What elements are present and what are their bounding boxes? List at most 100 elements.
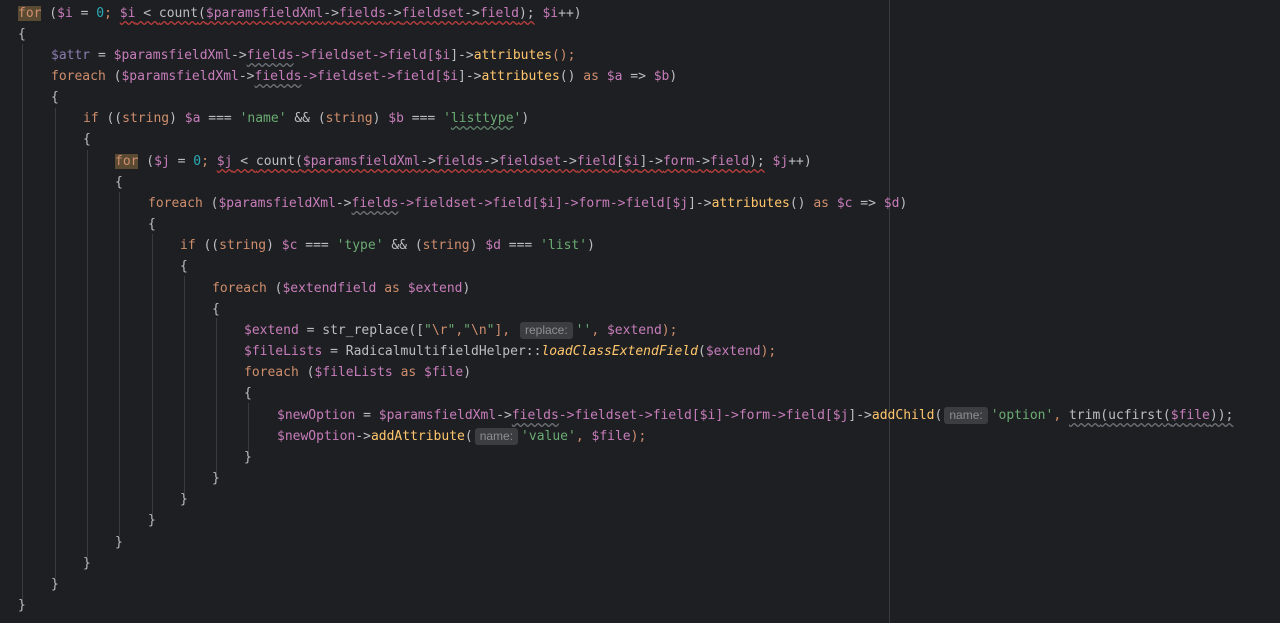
code-line[interactable]: { [180,256,188,277]
method-call: addAttribute [370,429,465,444]
code-text: ) [521,111,530,126]
code-line[interactable]: } [180,489,188,510]
variable: $j [672,196,689,211]
code-line[interactable]: { [148,214,156,235]
code-text: ( [464,429,473,444]
code-text: ], [494,323,518,338]
code-text: === [500,238,541,253]
code-line[interactable]: { [212,299,220,320]
code-text: ->fieldset->field[ [398,196,540,211]
code-text: ) [169,111,185,126]
variable: $b [653,69,670,84]
string: 'type' [336,238,384,253]
code-line[interactable]: foreach ($paramsfieldXml->fields->fields… [148,193,907,214]
code-line[interactable]: { [115,172,123,193]
code-line[interactable]: foreach ($paramsfieldXml->fields->fields… [51,66,677,87]
code-line[interactable]: } [51,574,59,595]
code-text: < [135,6,159,21]
code-text: && ( [383,238,423,253]
code-line[interactable]: for ($i = 0; $i < count($paramsfieldXml-… [18,3,582,24]
code-line[interactable]: $fileLists = RadicalmultifieldHelper::lo… [244,341,776,362]
function-call: ucfirst [1108,408,1163,423]
string: " [424,323,432,338]
code-text: , [1053,408,1069,423]
string: 'name' [239,111,287,126]
string: '' [575,323,592,338]
code-line[interactable]: if ((string) $c === 'type' && (string) $… [180,235,595,256]
code-line[interactable]: } [18,595,26,616]
code-text: = [90,48,114,63]
function-call: str_replace [322,323,409,338]
code-line[interactable]: } [244,447,252,468]
code-text: ( [138,154,155,169]
code-line[interactable]: } [212,468,220,489]
variable: $paramsfieldXml [378,408,497,423]
method-call: attributes [711,196,790,211]
code-editor[interactable]: for ($i = 0; $i < count($paramsfieldXml-… [0,0,1280,623]
code-text: ++) [788,154,812,169]
code-line[interactable]: } [148,510,156,531]
code-text: ( [105,69,122,84]
code-text: ) [463,365,472,380]
code-text: ->fieldset->field[ [301,69,443,84]
variable: $i [119,6,136,21]
number: 0 [96,6,105,21]
code-line[interactable]: $newOption->addAttribute(name:'value', $… [277,426,646,447]
number: 0 [193,154,202,169]
code-text: ( [934,408,943,423]
code-text: ( [697,344,706,359]
code-line[interactable]: if ((string) $a === 'name' && (string) $… [83,108,529,129]
code-line[interactable]: { [244,383,252,404]
code-text: (); [551,48,576,63]
keyword: if [83,111,99,126]
property: fields [511,408,559,423]
code-text: ]-> [688,196,712,211]
code-line[interactable]: $attr = $paramsfieldXml->fields->fieldse… [51,45,575,66]
code-line[interactable]: { [18,24,26,45]
variable: $file [1170,408,1210,423]
keyword: string [422,238,470,253]
variable: $b [388,111,404,126]
code-text: ->fieldset->field[ [558,408,700,423]
code-line[interactable]: $extend = str_replace(["\r","\n"], repla… [244,320,677,341]
code-text: -> [335,196,352,211]
code-text: ) [587,238,595,253]
code-text: -> [231,48,247,63]
keyword: foreach [51,69,106,84]
property: fields [254,69,302,84]
method-call: addChild [871,408,935,423]
variable: $i [539,196,556,211]
escape-sequence: \r [431,323,448,338]
code-line[interactable]: $newOption = $paramsfieldXml->fields->fi… [277,405,1233,426]
code-line[interactable]: for ($j = 0; $j < count($paramsfieldXml-… [115,151,812,172]
code-line[interactable]: { [51,87,59,108]
code-text: => [622,69,654,84]
keyword: string [219,238,267,253]
indent-guide [55,108,56,578]
indent-guide [184,276,185,494]
code-line[interactable]: } [115,532,123,553]
indent-guide [119,192,120,536]
code-text: -> [323,6,339,21]
code-text: ( [295,154,303,169]
code-text: , [575,429,592,444]
variable: $paramsfieldXml [113,48,232,63]
code-text: ; [104,6,120,21]
code-text: ( [298,365,315,380]
code-text: -> [561,154,577,169]
property: field [479,6,519,21]
code-text: ( [1162,408,1171,423]
keyword: as [813,196,829,211]
code-line[interactable]: { [83,129,91,150]
code-line[interactable]: } [83,553,91,574]
code-line[interactable]: foreach ($fileLists as $file) [244,362,471,383]
code-text: -> [464,6,480,21]
variable: $j [216,154,233,169]
code-line[interactable]: foreach ($extendfield as $extend) [212,278,470,299]
code-text: ( [1100,408,1109,423]
